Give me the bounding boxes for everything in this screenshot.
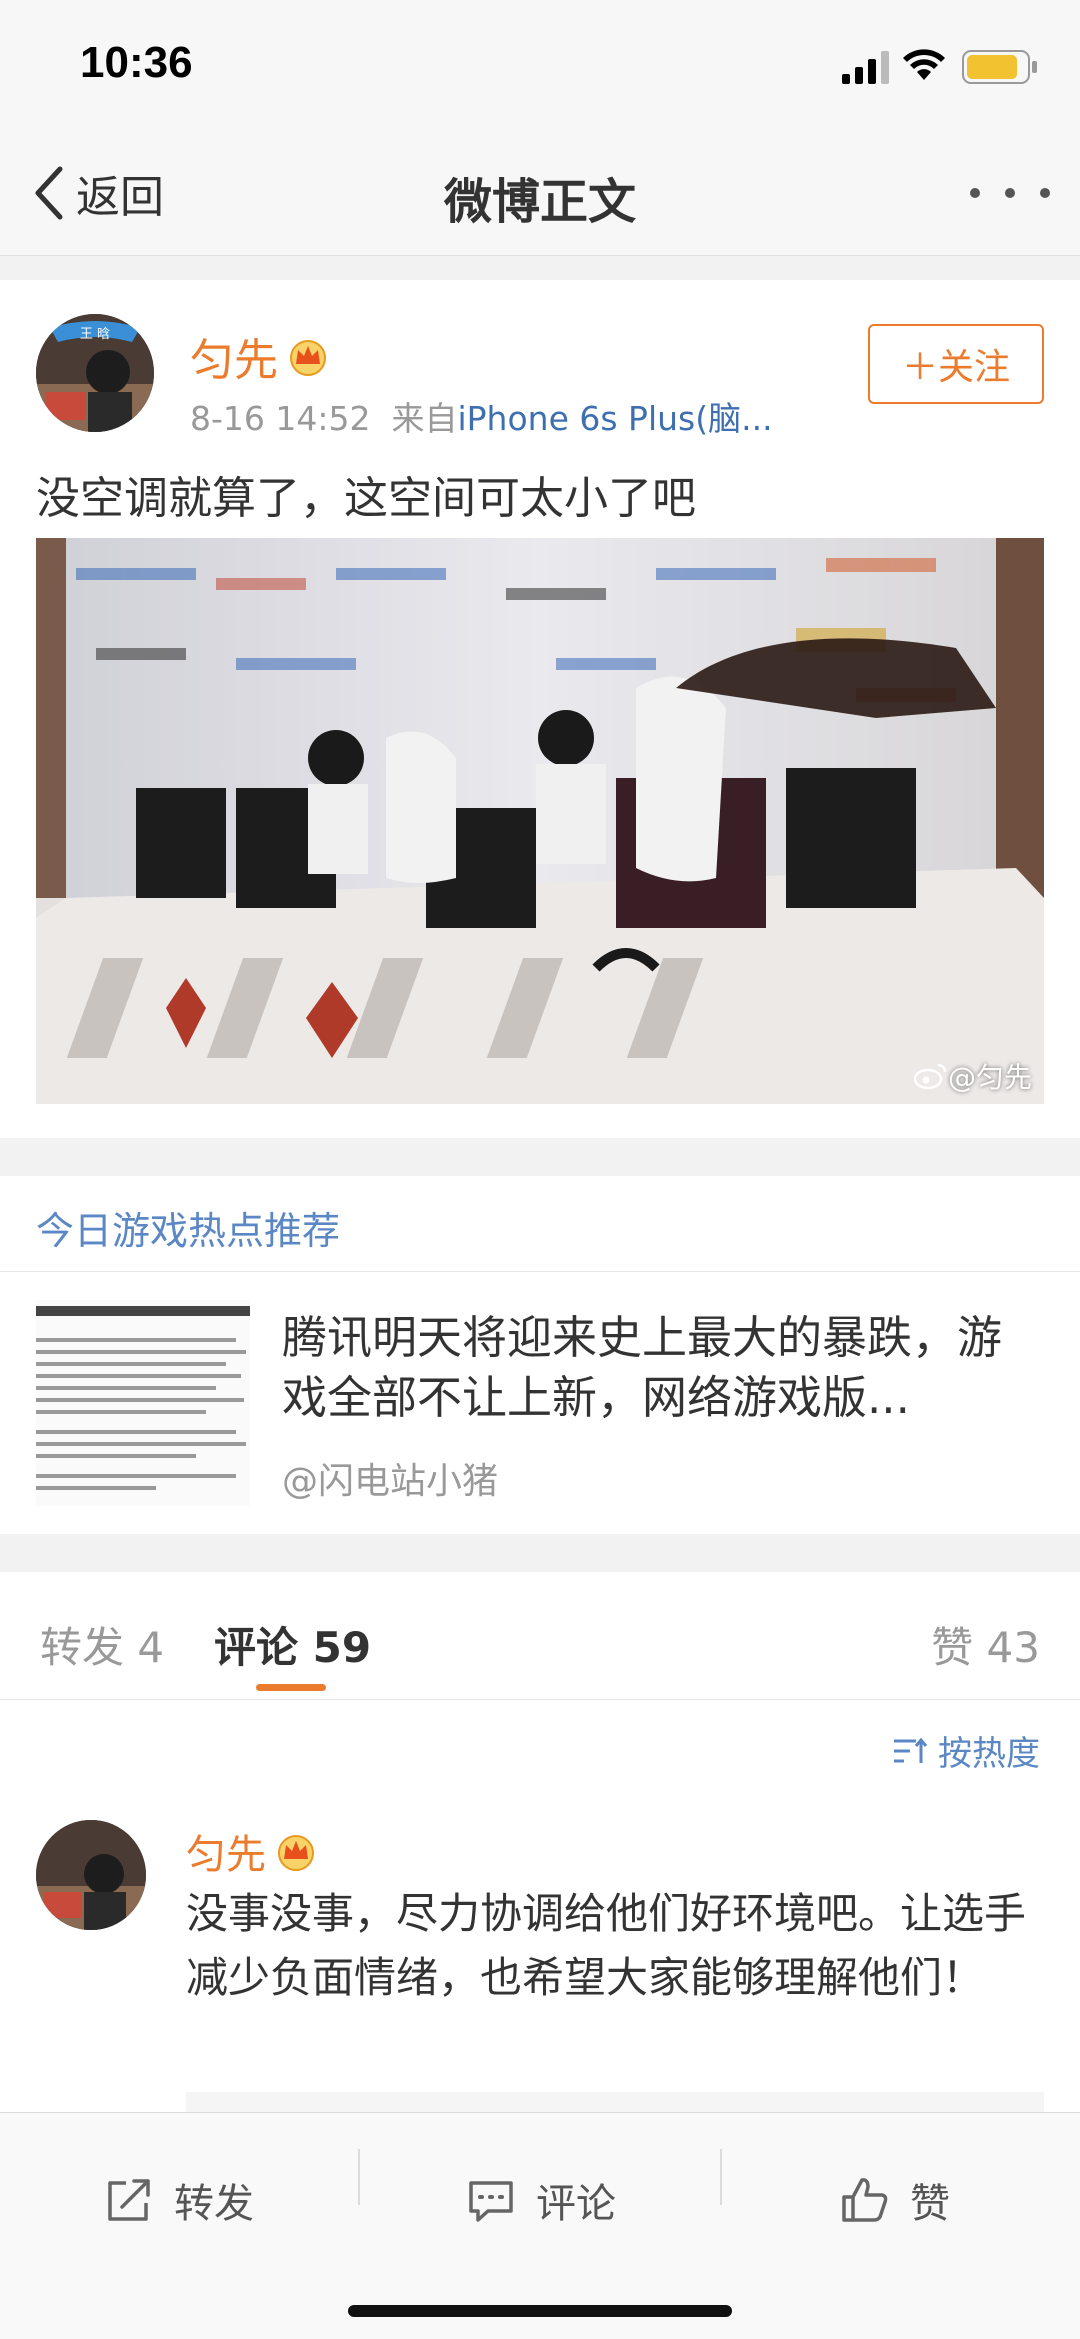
weibo-watermark: @匀先	[913, 1056, 1032, 1096]
watermark-text: @匀先	[947, 1061, 1032, 1094]
like-button[interactable]: 赞	[840, 2155, 950, 2245]
vip-crown-icon	[278, 1835, 314, 1871]
tab-likes[interactable]: 赞 43	[931, 1614, 1040, 1675]
tab-reposts-label: 转发	[40, 1623, 125, 1672]
recommendation-item[interactable]: 腾讯明天将迎来史上最大的暴跌，游戏全部不让上新，网络游戏版... @闪电站小猪	[0, 1272, 1080, 1534]
repost-button[interactable]: 转发	[104, 2155, 254, 2245]
navigation-bar: 返回 微博正文	[0, 130, 1080, 256]
comment-label: 评论	[536, 2181, 616, 2227]
more-options-button[interactable]	[970, 170, 1050, 216]
tab-comments-count: 59	[312, 1623, 372, 1672]
avatar-image: 王 晗	[36, 314, 154, 432]
weibo-logo-icon	[913, 1063, 947, 1090]
post-meta: 8-16 14:52 来自iPhone 6s Plus(脑...	[190, 392, 773, 440]
vip-crown-icon	[290, 340, 326, 376]
avatar[interactable]: 王 晗	[36, 314, 154, 432]
divider	[358, 2149, 360, 2205]
follow-button[interactable]: ＋关注	[868, 324, 1044, 404]
comment-button[interactable]: 评论	[466, 2155, 616, 2245]
thumbs-up-icon	[842, 2178, 888, 2222]
tab-likes-label: 赞	[931, 1623, 974, 1672]
comment-author-name: 匀先	[186, 1832, 266, 1878]
home-indicator	[348, 2305, 732, 2317]
repost-label: 转发	[174, 2181, 254, 2227]
comment-author[interactable]: 匀先	[186, 1822, 318, 1880]
cellular-signal-icon	[842, 51, 889, 84]
post-photo	[36, 538, 1044, 1104]
tab-comments[interactable]: 评论 59	[214, 1614, 371, 1675]
bottom-action-bar: 转发 评论 赞	[0, 2112, 1080, 2339]
comment-text: 没事没事，尽力协调给他们好环境吧。让选手减少负面情绪，也希望大家能够理解他们！	[186, 1889, 1027, 2002]
dot-icon	[1040, 188, 1050, 198]
article-thumbnail	[36, 1300, 250, 1506]
sort-label: 按热度	[938, 1734, 1040, 1774]
post-author[interactable]: 匀先	[190, 324, 330, 388]
comment-replies-box[interactable]	[186, 2092, 1044, 2112]
post-timestamp: 8-16 14:52	[190, 399, 371, 438]
recommendation-card: 今日游戏热点推荐 腾讯明天将迎来史上最大的暴跌，游戏全部不让上新，网络游戏版..…	[0, 1176, 1080, 1534]
author-name: 匀先	[190, 335, 278, 386]
status-time: 10:36	[80, 38, 193, 87]
comment-avatar-image	[36, 1820, 146, 1930]
comment-icon	[469, 2181, 513, 2222]
tab-reposts[interactable]: 转发 4	[40, 1614, 164, 1675]
post-card: 王 晗 匀先 8-16 14:52 来自iPhone 6s Plus(脑... …	[0, 280, 1080, 1138]
active-tab-indicator	[256, 1684, 326, 1691]
recommendation-title[interactable]: 今日游戏热点推荐	[36, 1200, 340, 1255]
like-label: 赞	[910, 2181, 950, 2227]
tab-reposts-count: 4	[137, 1623, 165, 1672]
wifi-icon	[903, 49, 945, 80]
recommendation-header: 今日游戏热点推荐	[0, 1176, 1080, 1272]
sort-by-heat-button[interactable]: 按热度	[892, 1726, 1040, 1775]
status-bar: 10:36	[0, 0, 1080, 130]
sort-icon	[894, 1737, 928, 1763]
post-image[interactable]: @匀先	[36, 538, 1044, 1104]
article-headline: 腾讯明天将迎来史上最大的暴跌，游戏全部不让上新，网络游戏版...	[282, 1311, 1003, 1424]
comment-avatar[interactable]	[36, 1820, 146, 1930]
share-icon	[108, 2179, 150, 2221]
avatar-badge: 王 晗	[80, 326, 110, 342]
battery-icon	[962, 50, 1037, 84]
divider	[720, 2149, 722, 2205]
post-source[interactable]: iPhone 6s Plus(脑...	[457, 399, 772, 438]
source-prefix: 来自	[391, 399, 458, 438]
interaction-tabs: 转发 4 评论 59 赞 43	[0, 1572, 1080, 1700]
dot-icon	[1005, 188, 1015, 198]
tab-comments-label: 评论	[214, 1623, 299, 1672]
article-source: @闪电站小猪	[282, 1461, 499, 1502]
tab-likes-count: 43	[986, 1623, 1040, 1672]
post-text: 没空调就算了，这空间可太小了吧	[36, 473, 696, 524]
article-thumbnail-image	[36, 1300, 250, 1506]
page-title: 微博正文	[443, 174, 636, 230]
comments-section: 按热度 匀先 没事没事，尽力协调给他们好环境吧。让选手减少负面情绪，也希望大家能…	[0, 1700, 1080, 2112]
dot-icon	[970, 188, 980, 198]
